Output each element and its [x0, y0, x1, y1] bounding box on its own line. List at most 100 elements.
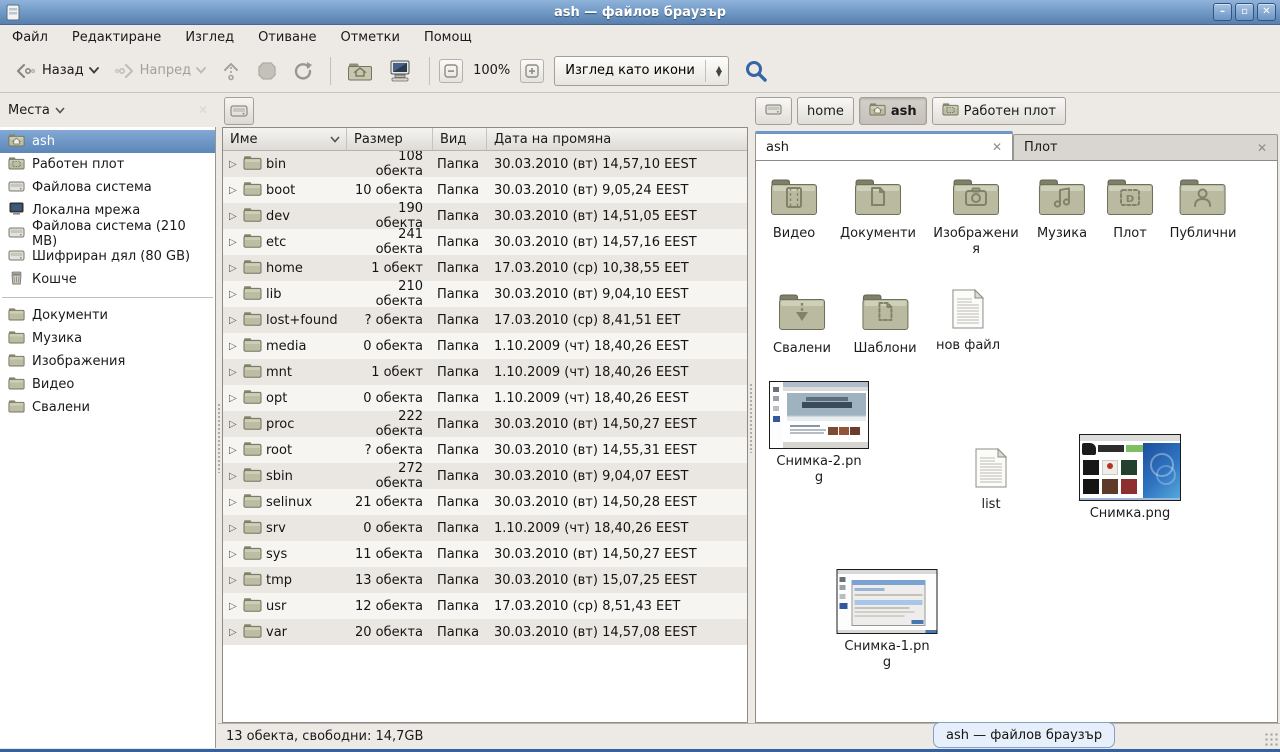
tab-плот[interactable]: Плот ✕: [1013, 134, 1278, 160]
sidebar-item-шифриран-дял-80-gb-[interactable]: Шифриран дял (80 GB): [0, 245, 215, 268]
expander-icon[interactable]: ▷: [229, 237, 239, 248]
titlebar[interactable]: ash — файлов браузър – ▫ ✕: [0, 0, 1280, 25]
tree-row-lost+found[interactable]: ▷ lost+found ? обекта Папка 17.03.2010 (…: [223, 307, 747, 333]
menu-1[interactable]: Файл: [12, 30, 48, 45]
tree-row-selinux[interactable]: ▷ selinux 21 обекта Папка 30.03.2010 (вт…: [223, 489, 747, 515]
expander-icon[interactable]: ▷: [229, 315, 239, 326]
icon-item-изображения[interactable]: Изображения: [933, 177, 1019, 258]
icon-item-шаблони[interactable]: Шаблони: [853, 292, 916, 357]
menu-3[interactable]: Изглед: [185, 30, 234, 45]
places-close-icon[interactable]: ✕: [198, 103, 208, 117]
expander-icon[interactable]: ▷: [229, 367, 239, 378]
expander-icon[interactable]: ▷: [229, 627, 239, 638]
home-button[interactable]: [340, 55, 380, 87]
zoom-in-button[interactable]: [520, 59, 544, 83]
expander-icon[interactable]: ▷: [229, 523, 239, 534]
tab-close-icon[interactable]: ✕: [992, 140, 1002, 154]
tree-row-boot[interactable]: ▷ boot 10 обекта Папка 30.03.2010 (вт) 9…: [223, 177, 747, 203]
tree-row-root[interactable]: ▷ root ? обекта Папка 30.03.2010 (вт) 14…: [223, 437, 747, 463]
view-mode-combo[interactable]: Изглед като икони ▲▼: [554, 56, 729, 86]
tree-row-srv[interactable]: ▷ srv 0 обекта Папка 1.10.2009 (чт) 18,4…: [223, 515, 747, 541]
expander-icon[interactable]: ▷: [229, 289, 239, 300]
stop-button[interactable]: [249, 55, 285, 87]
maximize-button[interactable]: ▫: [1235, 3, 1254, 21]
icon-item-документи[interactable]: Документи: [840, 177, 916, 242]
expander-icon[interactable]: ▷: [229, 445, 239, 456]
expander-icon[interactable]: ▷: [229, 419, 239, 430]
reload-button[interactable]: [285, 55, 321, 87]
computer-button[interactable]: [380, 54, 420, 88]
sidebar-item-работен-плот[interactable]: Работен плот: [0, 153, 215, 176]
menu-2[interactable]: Редактиране: [72, 30, 161, 45]
expander-icon[interactable]: ▷: [229, 471, 239, 482]
tree-row-media[interactable]: ▷ media 0 обекта Папка 1.10.2009 (чт) 18…: [223, 333, 747, 359]
tree-row-etc[interactable]: ▷ etc 241 обекта Папка 30.03.2010 (вт) 1…: [223, 229, 747, 255]
tree-row-proc[interactable]: ▷ proc 222 обекта Папка 30.03.2010 (вт) …: [223, 411, 747, 437]
tree-row-bin[interactable]: ▷ bin 108 обекта Папка 30.03.2010 (вт) 1…: [223, 151, 747, 177]
breadcrumb-ash[interactable]: ash: [859, 97, 927, 125]
expander-icon[interactable]: ▷: [229, 211, 239, 222]
column-header-1[interactable]: Име: [223, 128, 347, 150]
root-location-button[interactable]: [224, 97, 254, 125]
icon-item-снимка-1.png[interactable]: Снимка-1.png: [837, 569, 938, 671]
icon-item-list[interactable]: list: [975, 448, 1007, 513]
back-button[interactable]: Назад: [8, 56, 106, 86]
tab-ash[interactable]: ash ✕: [755, 131, 1013, 160]
icon-item-плот[interactable]: DПлот: [1106, 177, 1154, 242]
icon-item-нов-файл[interactable]: нов файл: [936, 289, 1000, 354]
menu-5[interactable]: Отметки: [340, 30, 399, 45]
tree-row-dev[interactable]: ▷ dev 190 обекта Папка 30.03.2010 (вт) 1…: [223, 203, 747, 229]
menu-4[interactable]: Отиване: [258, 30, 316, 45]
sidebar-item-ash[interactable]: ash: [0, 130, 215, 153]
sidebar-item-документи[interactable]: Документи: [0, 304, 215, 327]
icon-item-видео[interactable]: Видео: [770, 177, 818, 242]
tree-row-lib[interactable]: ▷ lib 210 обекта Папка 30.03.2010 (вт) 9…: [223, 281, 747, 307]
icon-item-снимка.png[interactable]: Снимка.png: [1079, 434, 1181, 522]
expander-icon[interactable]: ▷: [229, 341, 239, 352]
breadcrumb-root[interactable]: [755, 97, 792, 125]
tree-row-tmp[interactable]: ▷ tmp 13 обекта Папка 30.03.2010 (вт) 15…: [223, 567, 747, 593]
icon-item-музика[interactable]: Музика: [1037, 177, 1087, 242]
column-header-3[interactable]: Вид: [433, 128, 487, 150]
resize-grip[interactable]: [1264, 732, 1278, 746]
close-button[interactable]: ✕: [1257, 3, 1276, 21]
breadcrumb-home[interactable]: home: [797, 97, 854, 125]
icon-item-публични[interactable]: Публични: [1170, 177, 1237, 242]
expander-icon[interactable]: ▷: [229, 497, 239, 508]
expander-icon[interactable]: ▷: [229, 549, 239, 560]
sidebar-item-видео[interactable]: Видео: [0, 373, 215, 396]
up-button[interactable]: [213, 55, 249, 87]
column-header-2[interactable]: Размер: [347, 128, 433, 150]
expander-icon[interactable]: ▷: [229, 575, 239, 586]
places-header[interactable]: Места ✕: [0, 93, 216, 127]
minimize-button[interactable]: –: [1213, 3, 1232, 21]
expander-icon[interactable]: ▷: [229, 185, 239, 196]
sidebar-item-файлова-система-210-mb-[interactable]: Файлова система (210 MB): [0, 222, 215, 245]
tree-row-opt[interactable]: ▷ opt 0 обекта Папка 1.10.2009 (чт) 18,4…: [223, 385, 747, 411]
sidebar-item-изображения[interactable]: Изображения: [0, 350, 215, 373]
zoom-out-button[interactable]: [439, 59, 463, 83]
sidebar-item-свалени[interactable]: Свалени: [0, 396, 215, 419]
menu-6[interactable]: Помощ: [424, 30, 472, 45]
tree-row-usr[interactable]: ▷ usr 12 обекта Папка 17.03.2010 (ср) 8,…: [223, 593, 747, 619]
icon-item-снимка-2.png[interactable]: Снимка-2.png: [769, 381, 869, 486]
forward-button[interactable]: Напред: [106, 56, 213, 86]
expander-icon[interactable]: ▷: [229, 601, 239, 612]
expander-icon[interactable]: ▷: [229, 159, 239, 170]
tree-row-mnt[interactable]: ▷ mnt 1 обект Папка 1.10.2009 (чт) 18,40…: [223, 359, 747, 385]
sidebar-item-файлова-система[interactable]: Файлова система: [0, 176, 215, 199]
sidebar-item-кошче[interactable]: Кошче: [0, 268, 215, 291]
search-button[interactable]: [737, 54, 775, 88]
column-header-4[interactable]: Дата на промяна: [487, 128, 747, 150]
breadcrumb-работен-плот[interactable]: Работен плот: [932, 97, 1066, 125]
tree-row-var[interactable]: ▷ var 20 обекта Папка 30.03.2010 (вт) 14…: [223, 619, 747, 645]
pane-splitter[interactable]: [748, 93, 755, 723]
tab-close-icon[interactable]: ✕: [1257, 141, 1267, 155]
tree-row-sbin[interactable]: ▷ sbin 272 обекта Папка 30.03.2010 (вт) …: [223, 463, 747, 489]
tree-row-sys[interactable]: ▷ sys 11 обекта Папка 30.03.2010 (вт) 14…: [223, 541, 747, 567]
sidebar-item-музика[interactable]: Музика: [0, 327, 215, 350]
expander-icon[interactable]: ▷: [229, 393, 239, 404]
tree-row-home[interactable]: ▷ home 1 обект Папка 17.03.2010 (ср) 10,…: [223, 255, 747, 281]
expander-icon[interactable]: ▷: [229, 263, 239, 274]
icon-item-свалени[interactable]: Свалени: [773, 292, 831, 357]
